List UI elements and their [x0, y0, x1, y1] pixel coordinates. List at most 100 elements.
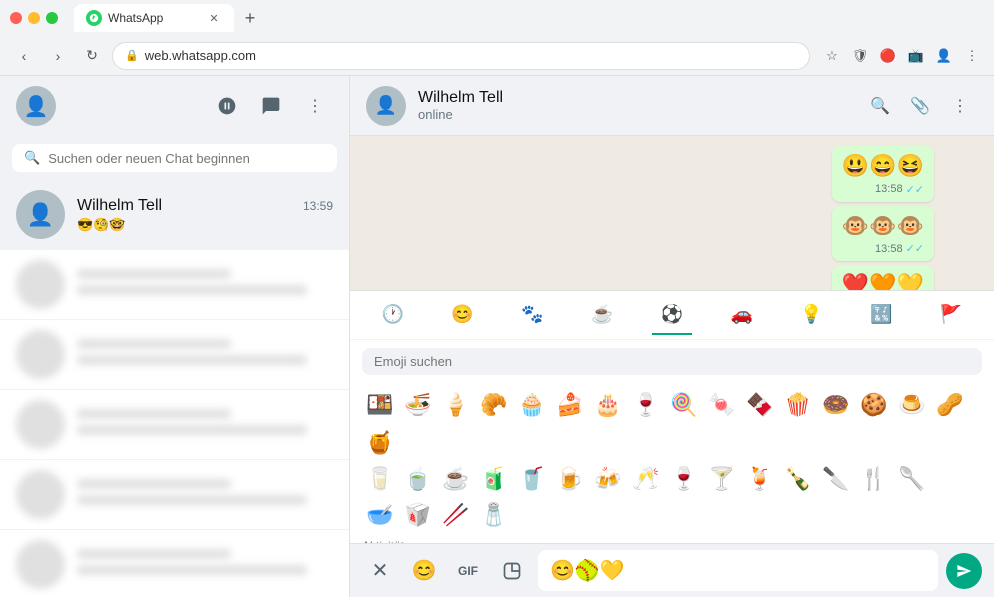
emoji-item[interactable]: 🥐 — [476, 387, 512, 423]
chat-avatar-0: 👤 — [16, 190, 65, 239]
emoji-search-input[interactable] — [374, 354, 970, 369]
emoji-item[interactable]: 🥡 — [400, 497, 436, 533]
chat-header-avatar[interactable]: 👤 — [366, 86, 406, 126]
emoji-button[interactable]: 😊 — [406, 553, 442, 589]
emoji-item[interactable]: 🔪 — [818, 461, 854, 497]
emoji-item[interactable]: 🍬 — [704, 387, 740, 423]
emoji-item[interactable]: 🧁 — [514, 387, 550, 423]
tab-close-button[interactable]: ✕ — [206, 10, 222, 26]
emoji-item[interactable]: 🍷 — [666, 461, 702, 497]
app: 👤 ⋮ 🔍 👤 Wilhelm Tel — [0, 76, 994, 597]
chat-item-0[interactable]: 👤 Wilhelm Tell 13:59 😎🧐🤓 — [0, 180, 349, 250]
emoji-cat-smileys[interactable]: 😊 — [443, 295, 483, 335]
emoji-item[interactable]: 🍸 — [704, 461, 740, 497]
emoji-item[interactable]: 🍪 — [856, 387, 892, 423]
emoji-item[interactable]: 🍾 — [780, 461, 816, 497]
window-close-button[interactable] — [10, 12, 22, 24]
sticker-button[interactable] — [494, 553, 530, 589]
blurred-line — [77, 495, 307, 505]
browser-titlebar: WhatsApp ✕ + — [0, 0, 994, 36]
extension-shield[interactable]: 🛡 — [848, 44, 872, 68]
emoji-item[interactable]: 🥛 — [362, 461, 398, 497]
emoji-item[interactable]: 🥢 — [438, 497, 474, 533]
new-chat-icon[interactable] — [253, 88, 289, 124]
emoji-item[interactable]: 🧂 — [476, 497, 512, 533]
emoji-item[interactable]: 🍻 — [590, 461, 626, 497]
emoji-item[interactable]: 🍰 — [552, 387, 588, 423]
emoji-cat-animals[interactable]: 🐾 — [512, 295, 552, 335]
emoji-content: 🍱 🍜 🍦 🥐 🧁 🍰 🎂 🍷 🍭 🍬 🍫 🍿 🍩 🍪 🍮 🥜 — [350, 383, 994, 543]
browser-chrome: WhatsApp ✕ + ‹ › ↻ 🔒 web.whatsapp.com ☆ … — [0, 0, 994, 76]
emoji-item[interactable]: ☕ — [438, 461, 474, 497]
emoji-item[interactable]: 🥜 — [932, 387, 968, 423]
emoji-search-wrap[interactable] — [362, 348, 982, 375]
my-avatar[interactable]: 👤 — [16, 86, 56, 126]
emoji-cat-recent[interactable]: 🕐 — [373, 295, 413, 335]
emoji-item[interactable]: 🎂 — [590, 387, 626, 423]
blurred-item-1 — [0, 250, 349, 320]
cast-button[interactable]: 📺 — [904, 44, 928, 68]
blurred-line — [77, 409, 231, 419]
emoji-item[interactable]: 🥤 — [514, 461, 550, 497]
bookmark-button[interactable]: ☆ — [820, 44, 844, 68]
reload-button[interactable]: ↻ — [78, 42, 106, 70]
emoji-cat-travel[interactable]: 🚗 — [722, 295, 762, 335]
emoji-item[interactable]: 🍜 — [400, 387, 436, 423]
menu-button[interactable]: ⋮ — [960, 44, 984, 68]
emoji-cat-flags[interactable]: 🚩 — [931, 295, 971, 335]
menu-dots-icon[interactable]: ⋮ — [297, 88, 333, 124]
close-emoji-picker-button[interactable]: ✕ — [362, 553, 398, 589]
window-maximize-button[interactable] — [46, 12, 58, 24]
message-input[interactable]: 😊🥎💛 — [538, 550, 938, 591]
emoji-item[interactable]: 🍺 — [552, 461, 588, 497]
emoji-item[interactable]: 🍱 — [362, 387, 398, 423]
emoji-item[interactable]: 🍿 — [780, 387, 816, 423]
emoji-item[interactable]: 🍫 — [742, 387, 778, 423]
emoji-item[interactable]: 🍩 — [818, 387, 854, 423]
food-emoji-row2: 🥛 🍵 ☕ 🧃 🥤 🍺 🍻 🥂 🍷 🍸 🍹 🍾 🔪 🍴 🥄 — [362, 461, 982, 497]
emoji-item[interactable]: 🥂 — [628, 461, 664, 497]
new-tab-button[interactable]: + — [238, 6, 262, 30]
chat-header-actions: 🔍 📎 ⋮ — [862, 88, 978, 124]
chat-name-0: Wilhelm Tell — [77, 197, 162, 215]
gif-button[interactable]: GIF — [450, 553, 486, 589]
tab-bar: WhatsApp ✕ + — [74, 4, 984, 32]
browser-tab[interactable]: WhatsApp ✕ — [74, 4, 234, 32]
search-messages-button[interactable]: 🔍 — [862, 88, 898, 124]
profile-button[interactable]: 👤 — [932, 44, 956, 68]
emoji-item[interactable]: 🍭 — [666, 387, 702, 423]
emoji-cat-objects[interactable]: 💡 — [791, 295, 831, 335]
message-wrap-0: 😃😄😆 13:58 ✓✓ — [410, 146, 934, 202]
extension-2[interactable]: 🔴 — [876, 44, 900, 68]
forward-button[interactable]: › — [44, 42, 72, 70]
emoji-item[interactable]: 🧃 — [476, 461, 512, 497]
blurred-content-5 — [77, 549, 333, 581]
back-button[interactable]: ‹ — [10, 42, 38, 70]
search-input-wrap[interactable]: 🔍 — [12, 144, 337, 172]
left-panel: 👤 ⋮ 🔍 👤 Wilhelm Tel — [0, 76, 350, 597]
community-icon[interactable] — [209, 88, 245, 124]
emoji-item[interactable]: 🍵 — [400, 461, 436, 497]
window-minimize-button[interactable] — [28, 12, 40, 24]
search-input[interactable] — [48, 151, 325, 166]
emoji-item[interactable]: 🍦 — [438, 387, 474, 423]
emoji-item[interactable]: 🍹 — [742, 461, 778, 497]
message-content-0: 😃😄😆 — [842, 152, 924, 181]
message-content-1: 🐵🐵🐵 — [842, 212, 924, 241]
emoji-item[interactable]: 🥄 — [894, 461, 930, 497]
emoji-item[interactable]: 🍮 — [894, 387, 930, 423]
emoji-cat-activity[interactable]: ⚽ — [652, 295, 692, 335]
emoji-item[interactable]: 🥣 — [362, 497, 398, 533]
emoji-item[interactable]: 🍯 — [362, 425, 398, 461]
emoji-item[interactable]: 🍴 — [856, 461, 892, 497]
emoji-cat-food[interactable]: ☕ — [582, 295, 622, 335]
address-bar[interactable]: 🔒 web.whatsapp.com — [112, 42, 810, 70]
send-button[interactable] — [946, 553, 982, 589]
chat-time-0: 13:59 — [303, 199, 333, 213]
attach-button[interactable]: 📎 — [902, 88, 938, 124]
chat-menu-button[interactable]: ⋮ — [942, 88, 978, 124]
emoji-item[interactable]: 🍷 — [628, 387, 664, 423]
chat-info-0: Wilhelm Tell 13:59 😎🧐🤓 — [77, 197, 333, 233]
blurred-avatar-2 — [16, 330, 65, 379]
emoji-cat-symbols[interactable]: 🔣 — [861, 295, 901, 335]
